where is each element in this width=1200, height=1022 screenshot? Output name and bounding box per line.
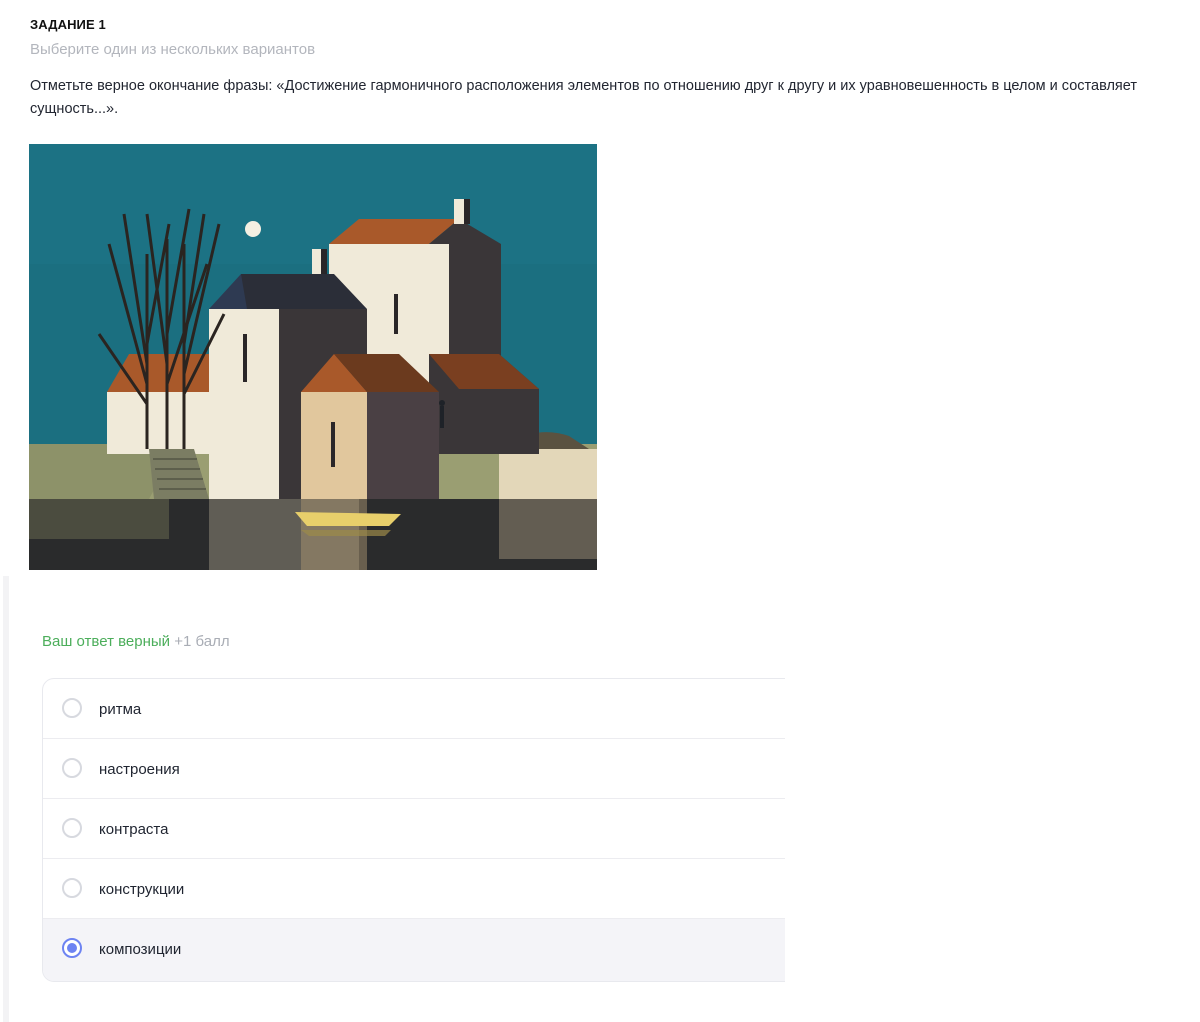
panel-divider — [3, 576, 9, 1022]
radio-button[interactable] — [62, 758, 82, 778]
radio-button[interactable] — [62, 878, 82, 898]
screenshot-crop-area — [785, 576, 1200, 1022]
radio-button[interactable] — [62, 818, 82, 838]
result-points: +1 балл — [174, 633, 230, 650]
result-message: Ваш ответ верный +1 балл — [42, 633, 230, 650]
option-item[interactable]: ритма — [43, 679, 803, 739]
task-title: ЗАДАНИЕ 1 — [30, 17, 106, 32]
answer-panel: Ваш ответ верный +1 балл ритма настроени… — [0, 576, 804, 1022]
option-item-selected[interactable]: композиции — [43, 919, 803, 981]
result-status: Ваш ответ верный — [42, 633, 171, 650]
radio-button[interactable] — [62, 698, 82, 718]
answer-options: ритма настроения контраста конструкции к… — [42, 678, 804, 982]
painting-image — [29, 144, 597, 570]
task-instruction: Выберите один из нескольких вариантов — [30, 41, 316, 58]
option-label: конструкции — [99, 881, 185, 898]
question-text: Отметьте верное окончание фразы: «Достиж… — [30, 78, 1137, 117]
option-label: настроения — [99, 761, 180, 778]
painting-boat — [295, 512, 401, 526]
option-item[interactable]: контраста — [43, 799, 803, 859]
option-item[interactable]: конструкции — [43, 859, 803, 919]
option-label: композиции — [99, 941, 182, 958]
option-item[interactable]: настроения — [43, 739, 803, 799]
option-label: ритма — [99, 701, 142, 718]
task-page: ЗАДАНИЕ 1 Выберите один из нескольких ва… — [0, 0, 1200, 1022]
painting-moon — [245, 221, 261, 237]
radio-button-checked[interactable] — [62, 938, 82, 958]
option-label: контраста — [99, 821, 169, 838]
